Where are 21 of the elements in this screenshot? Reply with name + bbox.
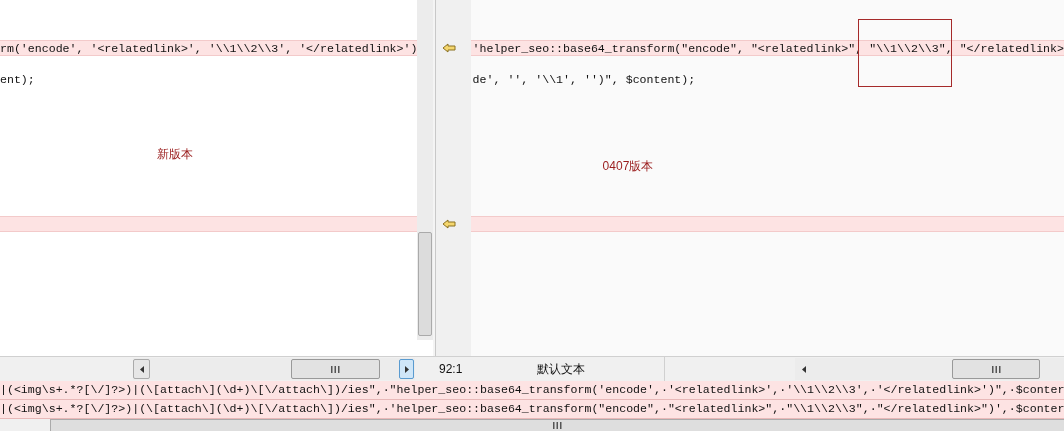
- grip-icon: [991, 365, 1001, 373]
- cursor-position: 92:1: [439, 361, 464, 378]
- scrollbar-thumb[interactable]: [291, 359, 380, 379]
- horizontal-scrollbar[interactable]: [795, 358, 1064, 380]
- grip-icon: [553, 422, 562, 429]
- code-line: ent);: [0, 72, 36, 88]
- left-triangle-icon: [801, 365, 806, 373]
- vertical-scrollbar[interactable]: [417, 0, 433, 340]
- annotation-label: 新版本: [157, 146, 193, 163]
- scrollbar-thumb[interactable]: [418, 232, 432, 336]
- horizontal-scrollbar[interactable]: [133, 358, 415, 380]
- scroll-right-button[interactable]: [399, 359, 414, 379]
- left-triangle-icon: [139, 365, 144, 373]
- left-arrow-icon: [441, 219, 456, 229]
- scroll-left-button[interactable]: [133, 359, 150, 379]
- annotation-label: 0407版本: [602, 158, 654, 175]
- left-arrow-icon: [441, 43, 456, 53]
- grip-icon: [331, 365, 340, 373]
- scrollbar-thumb[interactable]: [952, 359, 1040, 379]
- right-triangle-icon: [404, 365, 409, 373]
- code-line: de', '', '\\1', '')", $content);: [471, 72, 697, 88]
